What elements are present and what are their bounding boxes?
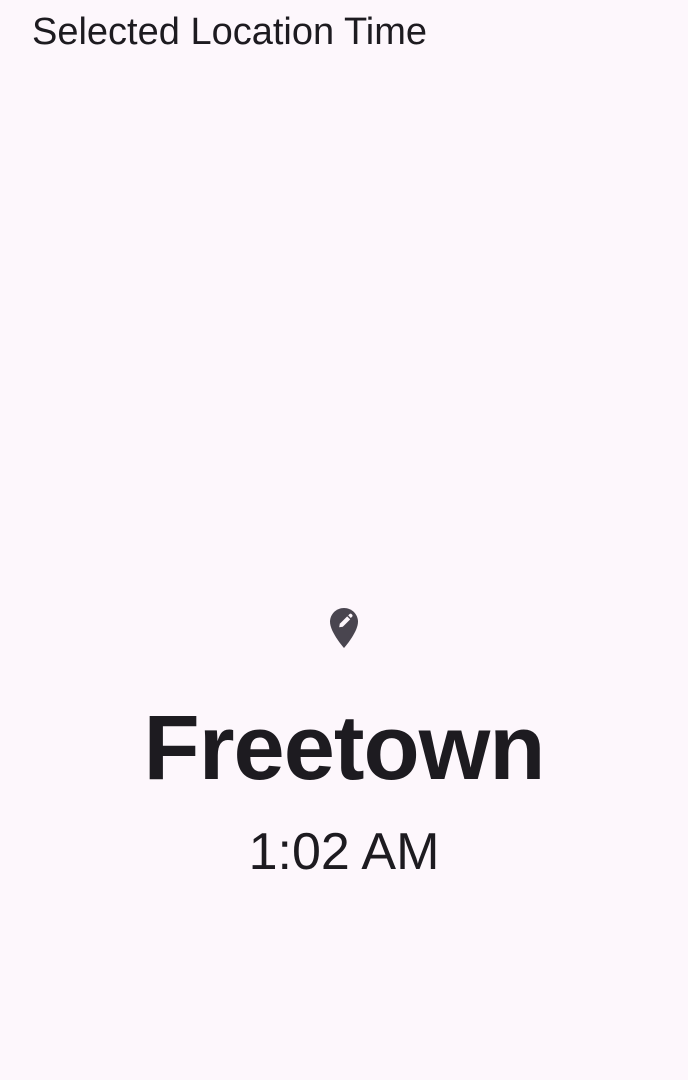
edit-location-icon[interactable] — [328, 606, 360, 650]
page-title: Selected Location Time — [32, 11, 428, 53]
local-time: 1:02 AM — [248, 823, 440, 881]
location-display: Freetown 1:02 AM — [0, 606, 688, 882]
city-name: Freetown — [143, 697, 546, 799]
app-bar: Selected Location Time — [0, 0, 688, 64]
